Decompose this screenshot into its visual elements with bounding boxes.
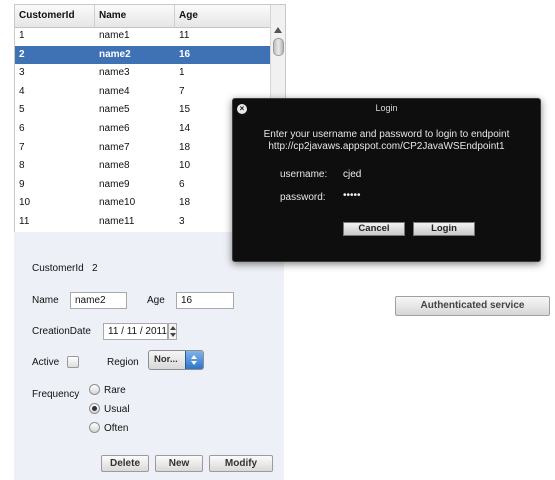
table-cell: name1: [99, 30, 130, 41]
table-cell: 9: [19, 178, 25, 190]
username-label: username:: [280, 169, 328, 180]
table-cell: name3: [99, 67, 130, 79]
creation-date-field[interactable]: 11 / 11 / 2011: [103, 323, 168, 340]
cancel-button[interactable]: Cancel: [343, 222, 405, 236]
column-header-customerid[interactable]: CustomerId: [15, 5, 95, 27]
authenticated-service-button[interactable]: Authenticated service: [395, 296, 550, 316]
table-cell: 11: [179, 30, 190, 41]
name-label: Name: [32, 295, 59, 306]
new-button[interactable]: New: [155, 455, 203, 472]
table-cell: 14: [179, 122, 191, 134]
radio-often-label: Often: [104, 423, 129, 434]
delete-button[interactable]: Delete: [101, 455, 149, 472]
table-cell: name6: [99, 122, 130, 134]
select-arrows-icon: [185, 351, 203, 369]
table-cell: name10: [99, 197, 136, 209]
customerid-label: CustomerId: [32, 263, 84, 274]
active-checkbox[interactable]: [67, 356, 79, 368]
active-label: Active: [32, 357, 60, 368]
name-field[interactable]: name2: [70, 292, 127, 309]
table-cell: 6: [179, 178, 185, 190]
dialog-message-line1: Enter your username and password to logi…: [263, 129, 510, 140]
table-cell: 16: [179, 48, 191, 60]
table-cell: 6: [19, 122, 25, 134]
age-label: Age: [147, 295, 165, 306]
table-cell: 4: [19, 85, 25, 97]
radio-usual-label: Usual: [104, 404, 130, 415]
customerid-value: 2: [92, 263, 98, 274]
region-select-value: Nor...: [154, 354, 178, 365]
table-cell: name4: [99, 85, 130, 97]
table-cell: 1: [19, 30, 25, 41]
region-label: Region: [107, 357, 139, 368]
dialog-title: Login: [375, 103, 398, 113]
date-stepper[interactable]: [168, 323, 177, 340]
radio-rare-label: Rare: [104, 385, 126, 396]
table-cell: 10: [179, 160, 191, 172]
table-cell: 7: [179, 85, 185, 97]
column-header-name[interactable]: Name: [95, 5, 175, 27]
radio-usual[interactable]: [89, 403, 100, 414]
login-button[interactable]: Login: [413, 222, 475, 236]
table-cell: 18: [179, 197, 191, 209]
dialog-message-line2: http://cp2javaws.appspot.com/CP2JavaWSEn…: [268, 141, 505, 152]
age-field[interactable]: 16: [176, 292, 234, 309]
table-cell: name5: [99, 104, 130, 116]
table-cell: 10: [19, 197, 31, 209]
login-dialog: × Login Enter your username and password…: [232, 98, 541, 262]
region-select[interactable]: Nor...: [148, 350, 204, 370]
modify-button[interactable]: Modify: [209, 455, 273, 472]
table-cell: name8: [99, 160, 130, 172]
password-field[interactable]: •••••: [343, 190, 361, 201]
table-cell: 5: [19, 104, 25, 116]
table-row[interactable]: 2 name2 16: [15, 45, 271, 65]
stepper-down-icon[interactable]: [170, 333, 176, 337]
table-cell: 3: [179, 215, 185, 227]
table-cell: name7: [99, 141, 130, 153]
password-label: password:: [280, 192, 326, 203]
table-cell: 1: [179, 67, 185, 79]
table-cell: 18: [179, 141, 191, 153]
radio-often[interactable]: [89, 422, 100, 433]
stepper-up-icon[interactable]: [170, 326, 176, 330]
scroll-up-arrow-icon[interactable]: [274, 27, 282, 33]
table-cell: 15: [179, 104, 191, 116]
scroll-thumb[interactable]: [273, 38, 284, 56]
column-header-age[interactable]: Age: [175, 5, 271, 27]
table-cell: 11: [19, 215, 30, 227]
customer-form: CustomerId 2 Name name2 Age 16 CreationD…: [14, 232, 284, 480]
table-cell: 3: [19, 67, 25, 79]
frequency-label: Frequency: [32, 389, 80, 400]
table-cell: name11: [99, 215, 135, 227]
table-cell: 8: [19, 160, 25, 172]
table-row[interactable]: 3 name3 1: [15, 64, 271, 83]
dialog-title-bar[interactable]: × Login: [233, 99, 540, 117]
table-cell: name9: [99, 178, 130, 190]
username-field[interactable]: cjed: [343, 169, 361, 180]
table-cell: 2: [19, 48, 25, 60]
table-header: CustomerId Name Age: [15, 5, 271, 28]
creation-date-label: CreationDate: [32, 326, 91, 337]
table-cell: 7: [19, 141, 25, 153]
table-row[interactable]: 1 name1 11: [15, 27, 271, 46]
table-cell: name2: [99, 48, 131, 60]
radio-rare[interactable]: [89, 384, 100, 395]
